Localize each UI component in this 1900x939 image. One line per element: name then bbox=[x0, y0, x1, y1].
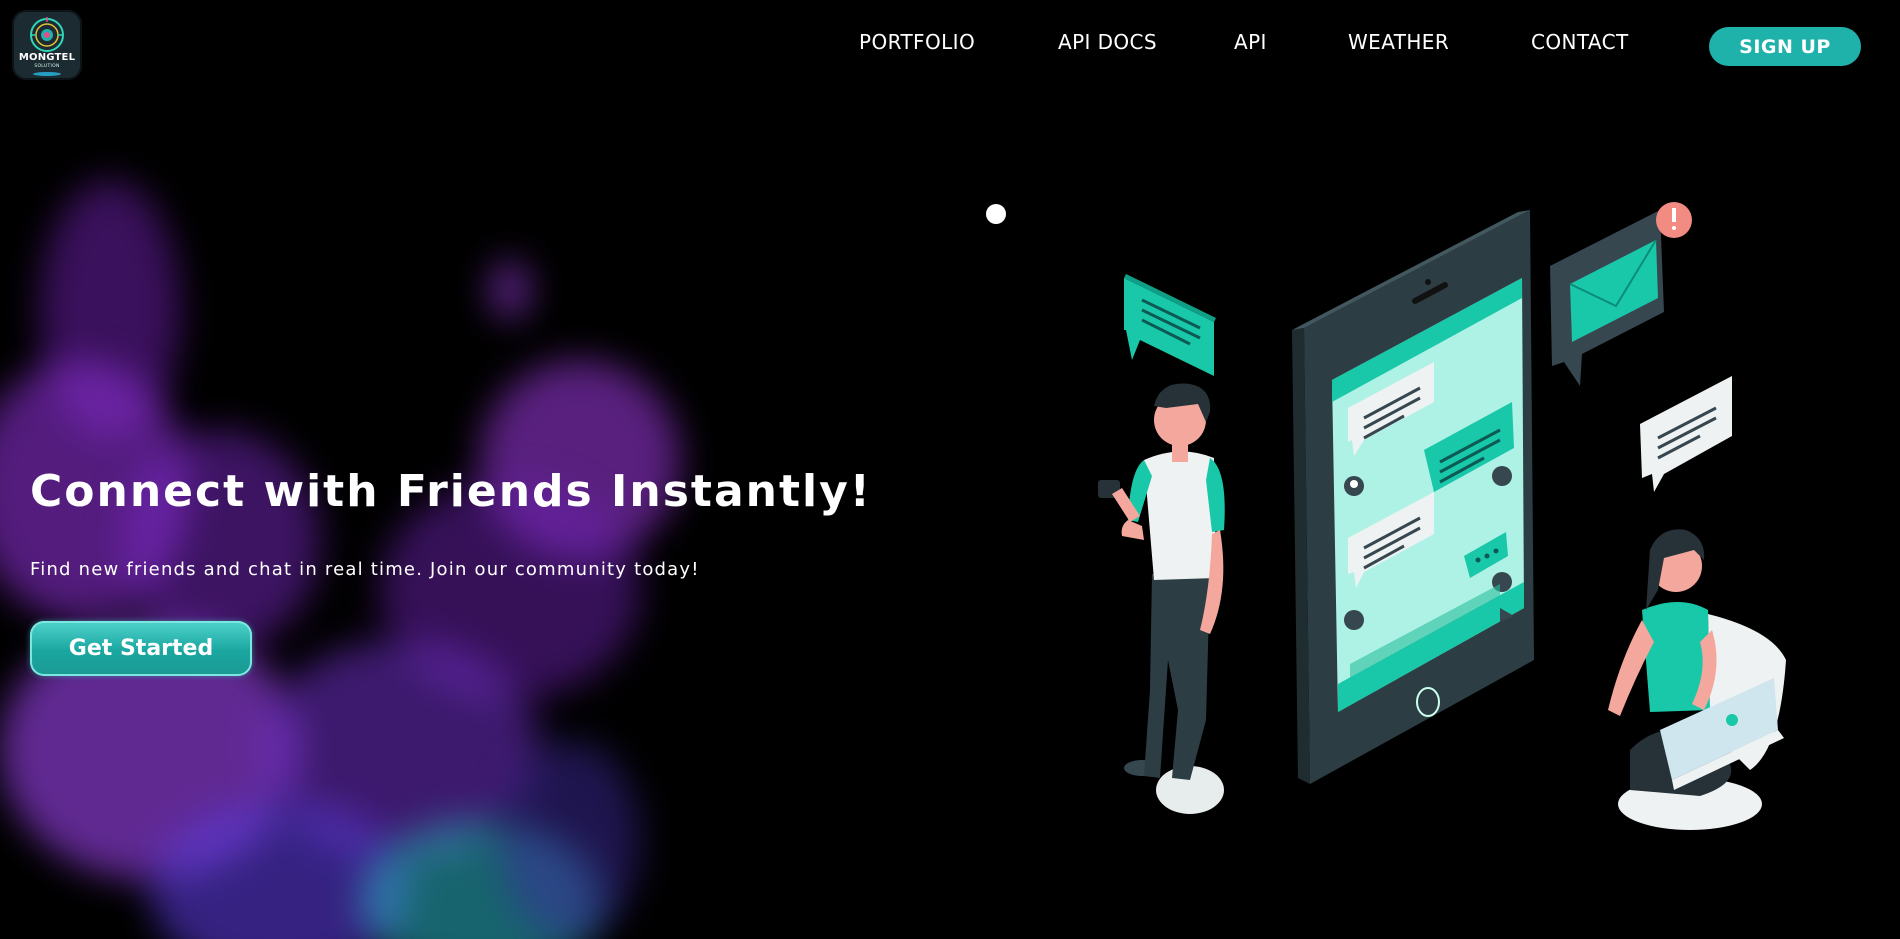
nav-api-docs[interactable]: API DOCS bbox=[1058, 30, 1157, 54]
site-header: MONGTEL SOLUTION PORTFOLIO API DOCS API … bbox=[0, 0, 1900, 92]
envelope-icon bbox=[1550, 202, 1692, 386]
nav-contact[interactable]: CONTACT bbox=[1531, 30, 1629, 54]
brand-tagline: SOLUTION bbox=[34, 64, 60, 69]
nav-portfolio[interactable]: PORTFOLIO bbox=[859, 30, 975, 54]
nav-weather[interactable]: WEATHER bbox=[1348, 30, 1449, 54]
cursor-dot bbox=[986, 204, 1006, 224]
woman-with-laptop-figure bbox=[1608, 529, 1786, 830]
hero-title: Connect with Friends Instantly! bbox=[30, 466, 872, 517]
man-with-phone-figure bbox=[1098, 383, 1225, 814]
sign-up-button[interactable]: SIGN UP bbox=[1709, 27, 1861, 66]
landing-page: MONGTEL SOLUTION PORTFOLIO API DOCS API … bbox=[0, 0, 1900, 939]
nav-api[interactable]: API bbox=[1234, 30, 1267, 54]
smoke-background bbox=[0, 100, 760, 939]
hero-subtitle: Find new friends and chat in real time. … bbox=[30, 559, 700, 580]
chat-illustration bbox=[1098, 202, 1786, 830]
get-started-button[interactable]: Get Started bbox=[30, 621, 252, 676]
chat-bubble-icon bbox=[1124, 274, 1216, 376]
message-bubble-icon bbox=[1640, 376, 1732, 492]
main-nav: PORTFOLIO API DOCS API WEATHER CONTACT bbox=[0, 30, 1900, 62]
smartphone-icon bbox=[1292, 210, 1534, 784]
